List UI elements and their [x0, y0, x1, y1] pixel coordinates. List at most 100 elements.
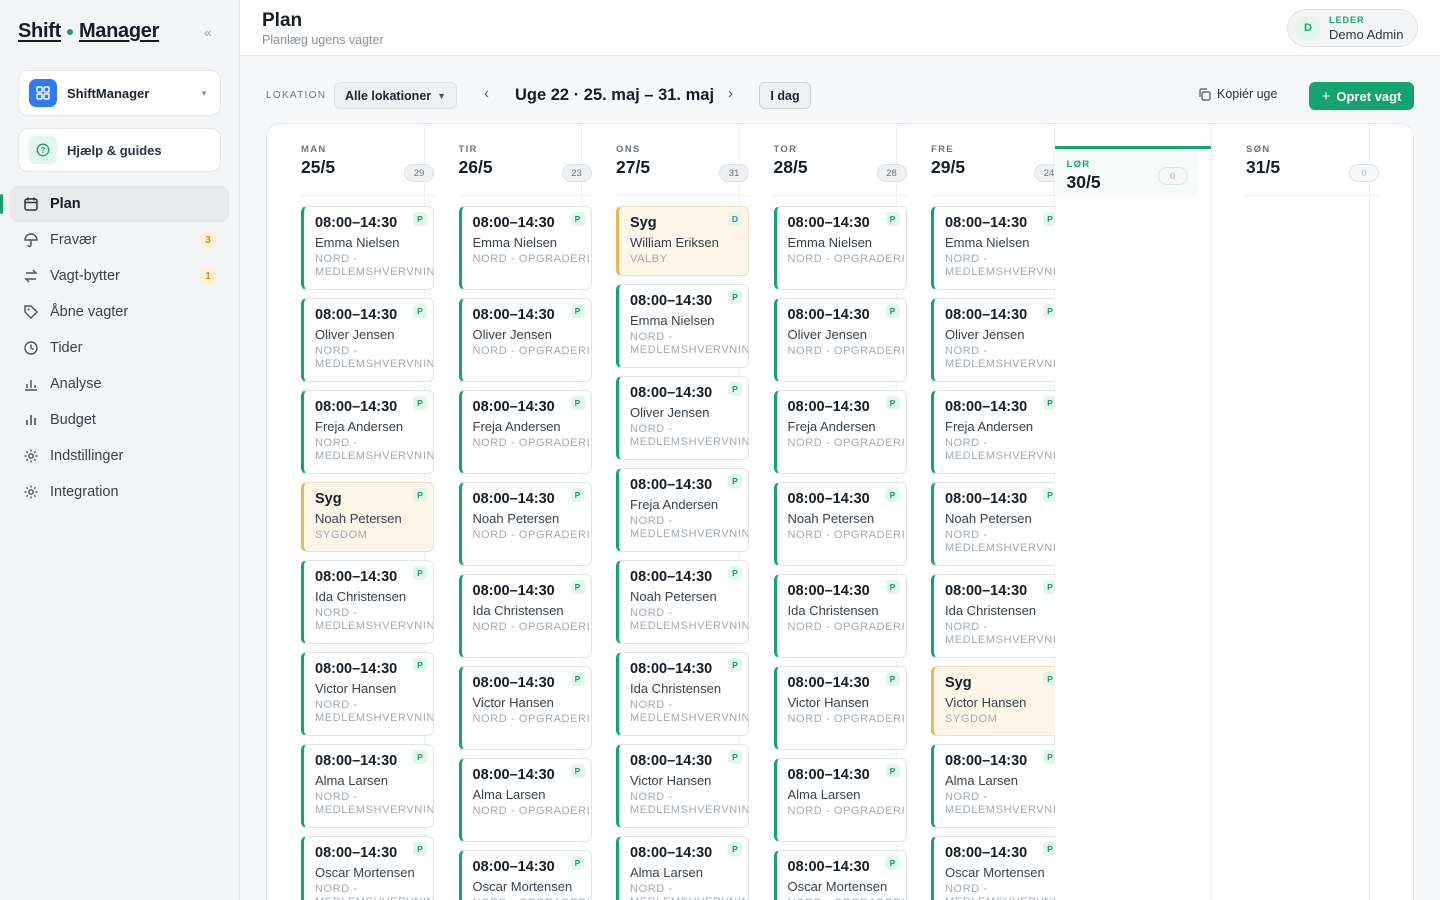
user-menu[interactable]: D LEDER Demo Admin: [1287, 9, 1418, 47]
shift-card[interactable]: 08:00–14:30 Noah Petersen NORD - MEDLEMSHV…: [616, 560, 749, 644]
employee-name: Emma Nielsen: [315, 235, 400, 250]
shift-card[interactable]: 08:00–14:30 Alma Larsen NORD - OPGRADERING…: [773, 758, 907, 842]
shift-time: Syg: [630, 215, 657, 231]
shift-card[interactable]: 08:00–14:30 Ida Christensen NORD - OPGRADE…: [773, 574, 907, 658]
copy-week-button[interactable]: Kopiér uge: [1198, 87, 1277, 101]
employee-name: Victor Hansen: [472, 695, 554, 710]
shift-location: NORD - MEDLEMSHVERVNING: [630, 791, 749, 816]
sidebar-item-tider[interactable]: Tider: [10, 330, 229, 366]
shift-card[interactable]: 08:00–14:30 Freja Andersen NORD - OPGRADER…: [773, 390, 907, 474]
day-of-week: FRE: [931, 144, 954, 155]
sidebar-item-åbne-vagter[interactable]: Åbne vagter: [10, 294, 229, 330]
shift-card[interactable]: 08:00–14:30 Oliver Jensen NORD - MEDLEMSHV…: [616, 376, 749, 460]
sidebar-item-budget[interactable]: Budget: [10, 402, 229, 438]
today-button[interactable]: I dag: [759, 82, 811, 109]
gear-icon: [22, 483, 40, 501]
shift-location: NORD - MEDLEMSHVERVNING: [945, 437, 1064, 462]
shift-time: 08:00–14:30: [630, 845, 713, 861]
shift-card[interactable]: 08:00–14:30 Oscar Mortensen NORD - MEDLEMS…: [931, 836, 1064, 900]
shift-card[interactable]: 08:00–14:30 Emma Nielsen NORD - MEDLEMSHVE…: [931, 206, 1064, 290]
shift-card[interactable]: 08:00–14:30 Ida Christensen NORD - MEDLEMS…: [301, 560, 434, 644]
count-badge: 3: [199, 231, 217, 249]
shift-card[interactable]: 08:00–14:30 Victor Hansen NORD - OPGRADERI…: [458, 666, 592, 750]
shift-time: 08:00–14:30: [472, 307, 555, 323]
sidebar-item-vagt-bytter[interactable]: Vagt-bytter 1: [10, 258, 229, 294]
shift-card[interactable]: 08:00–14:30 Oliver Jensen NORD - MEDLEMSHV…: [931, 298, 1064, 382]
shift-time: 08:00–14:30: [630, 753, 713, 769]
next-week-button[interactable]: ›: [728, 85, 733, 102]
shift-card[interactable]: 08:00–14:30 Freja Andersen NORD - OPGRADER…: [458, 390, 592, 474]
page-title: Plan: [262, 10, 303, 31]
shift-card[interactable]: 08:00–14:30 Freja Andersen NORD - MEDLEMSH…: [931, 390, 1064, 474]
location-select[interactable]: Alle lokationer ▼: [334, 82, 457, 109]
shift-card[interactable]: 08:00–14:30 Noah Petersen NORD - OPGRADERI…: [458, 482, 592, 566]
calendar-icon: [22, 195, 40, 213]
shift-card[interactable]: 08:00–14:30 Emma Nielsen NORD - OPGRADERIN…: [773, 206, 907, 290]
shift-card[interactable]: 08:00–14:30 Emma Nielsen NORD - MEDLEMSHVE…: [301, 206, 434, 290]
shift-card[interactable]: 08:00–14:30 Ida Christensen NORD - MEDLEMS…: [931, 574, 1064, 658]
employee-name: Victor Hansen: [630, 773, 712, 788]
shift-time: Syg: [315, 491, 342, 507]
day-of-week: SØN: [1246, 144, 1271, 155]
sidebar-item-integration[interactable]: Integration: [10, 474, 229, 510]
sidebar-item-indstillinger[interactable]: Indstillinger: [10, 438, 229, 474]
absence-card[interactable]: Syg William Eriksen VALBY D: [616, 206, 749, 276]
shift-location: NORD - OPGRADERING: [472, 345, 591, 357]
sidebar-item-fravær[interactable]: Fravær 3: [10, 222, 229, 258]
shift-card[interactable]: 08:00–14:30 Oscar Mortensen NORD - MEDLEMS…: [301, 836, 434, 900]
shift-card[interactable]: 08:00–14:30 Emma Nielsen NORD - OPGRADERIN…: [458, 206, 592, 290]
shift-card[interactable]: 08:00–14:30 Alma Larsen NORD - OPGRADERING…: [458, 758, 592, 842]
employee-name: Oliver Jensen: [630, 405, 710, 420]
shift-location: NORD - OPGRADERING: [787, 529, 906, 541]
sidebar-item-analyse[interactable]: Analyse: [10, 366, 229, 402]
shift-card[interactable]: 08:00–14:30 Victor Hansen NORD - MEDLEMSHV…: [301, 652, 434, 736]
shift-card[interactable]: 08:00–14:30 Alma Larsen NORD - MEDLEMSHVER…: [301, 744, 434, 828]
prev-week-button[interactable]: ‹: [484, 85, 489, 102]
shift-card[interactable]: 08:00–14:30 Ida Christensen NORD - OPGRADE…: [458, 574, 592, 658]
absence-card[interactable]: Syg Noah Petersen SYGDOM P: [301, 482, 434, 552]
create-shift-button[interactable]: + Opret vagt: [1309, 82, 1414, 110]
employee-name: Alma Larsen: [945, 773, 1018, 788]
employee-name: Emma Nielsen: [630, 313, 715, 328]
employee-name: Noah Petersen: [945, 511, 1032, 526]
shift-card[interactable]: 08:00–14:30 Alma Larsen NORD - MEDLEMSHVER…: [931, 744, 1064, 828]
org-name: ShiftManager: [67, 85, 150, 101]
day-column: ONS 27/5 31 Syg William Eriksen VALBY D 08:00–1…: [582, 124, 749, 900]
logo-dot: [66, 28, 73, 35]
sidebar-item-label: Integration: [50, 484, 119, 500]
org-switcher[interactable]: ShiftManager ▼: [18, 70, 221, 116]
shift-location: NORD - MEDLEMSHVERVNING: [945, 253, 1064, 278]
shift-time: 08:00–14:30: [787, 675, 870, 691]
shift-time: 08:00–14:30: [787, 491, 870, 507]
shift-location: NORD - OPGRADERING: [472, 713, 591, 725]
copy-week-label: Kopiér uge: [1217, 87, 1278, 101]
shift-time: 08:00–14:30: [472, 215, 555, 231]
shift-card[interactable]: 08:00–14:30 Alma Larsen NORD - MEDLEMSHVER…: [616, 836, 749, 900]
shift-card[interactable]: 08:00–14:30 Oliver Jensen NORD - MEDLEMSHV…: [301, 298, 434, 382]
employee-name: Oscar Mortensen: [787, 879, 888, 894]
shift-card[interactable]: 08:00–14:30 Freja Andersen NORD - MEDLEMSH…: [616, 468, 749, 552]
shift-card[interactable]: 08:00–14:30 Noah Petersen NORD - MEDLEMSHV…: [931, 482, 1064, 566]
shift-location: NORD - OPGRADERING: [787, 253, 906, 265]
sidebar-item-plan[interactable]: Plan: [0, 186, 229, 222]
shift-time: 08:00–14:30: [630, 293, 713, 309]
svg-text:?: ?: [41, 146, 46, 155]
shift-card[interactable]: 08:00–14:30 Ida Christensen NORD - MEDLEMS…: [616, 652, 749, 736]
shift-card[interactable]: 08:00–14:30 Victor Hansen NORD - MEDLEMSHV…: [616, 744, 749, 828]
employee-name: Oscar Mortensen: [315, 865, 415, 880]
help-guides-button[interactable]: ? Hjælp & guides: [18, 128, 221, 172]
absence-card[interactable]: Syg Victor Hansen SYGDOM P: [931, 666, 1064, 736]
shift-card[interactable]: 08:00–14:30 Oliver Jensen NORD - OPGRADERI…: [773, 298, 907, 382]
collapse-sidebar-button[interactable]: «: [204, 24, 212, 40]
shift-time: 08:00–14:30: [315, 399, 398, 415]
app-logo[interactable]: Shift Manager: [18, 20, 159, 43]
shift-card[interactable]: 08:00–14:30 Noah Petersen NORD - OPGRADERI…: [773, 482, 907, 566]
shift-card[interactable]: 08:00–14:30 Oliver Jensen NORD - OPGRADERI…: [458, 298, 592, 382]
shift-card[interactable]: 08:00–14:30 Emma Nielsen NORD - MEDLEMSHVE…: [616, 284, 749, 368]
shift-card[interactable]: 08:00–14:30 Victor Hansen NORD - OPGRADERI…: [773, 666, 907, 750]
help-icon: ?: [29, 136, 57, 164]
shift-location: NORD - MEDLEMSHVERVNING: [315, 791, 434, 816]
shift-card[interactable]: 08:00–14:30Oscar MortensenNORD - OPGRADE…: [458, 850, 592, 900]
shift-card[interactable]: 08:00–14:30Oscar MortensenNORD - OPGRADE…: [773, 850, 907, 900]
shift-card[interactable]: 08:00–14:30 Freja Andersen NORD - MEDLEMSH…: [301, 390, 434, 474]
